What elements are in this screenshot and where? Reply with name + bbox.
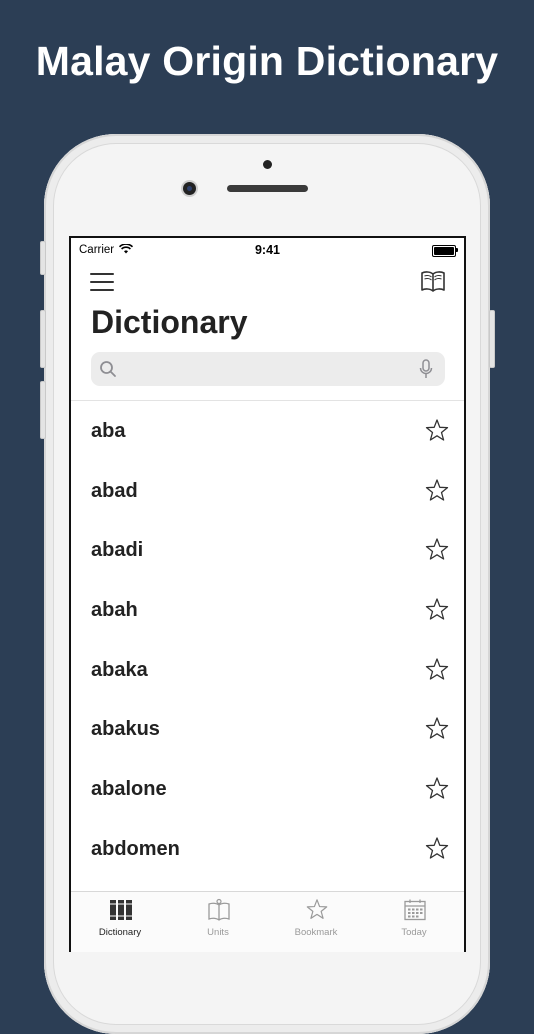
word-label: abah	[91, 599, 138, 622]
star-icon	[305, 898, 329, 927]
word-row[interactable]: abaka	[71, 640, 464, 700]
tab-label: Units	[207, 927, 229, 938]
status-time: 9:41	[254, 243, 281, 257]
word-row[interactable]: abad	[71, 461, 464, 521]
word-label: aba	[91, 420, 126, 442]
phone-mute-switch	[40, 241, 46, 275]
status-bar: Carrier 9:41	[71, 238, 464, 262]
bookmark-star-icon[interactable]	[424, 478, 450, 509]
battery-icon	[432, 245, 458, 257]
search-bar[interactable]	[91, 352, 445, 388]
tab-label: Dictionary	[98, 927, 142, 938]
word-row[interactable]: abah	[71, 580, 464, 640]
word-label: abadi	[91, 539, 144, 562]
word-label: abaka	[91, 658, 148, 681]
tab-units[interactable]: Units	[169, 892, 267, 952]
calendar-icon	[403, 898, 427, 927]
app-screen: Carrier 9:41 Dictionary aba abad abadi abah…	[69, 236, 466, 952]
tab-label: Today	[401, 927, 427, 938]
tab-bookmark[interactable]: Bookmark	[267, 892, 365, 952]
bookmark-star-icon[interactable]	[424, 657, 450, 688]
front-camera	[183, 182, 196, 195]
word-row[interactable]: abdomen	[71, 819, 464, 879]
tab-bar: Dictionary Units Bookmark Today	[71, 891, 464, 952]
hamburger-menu-button[interactable]	[90, 272, 116, 292]
bookmark-star-icon[interactable]	[424, 537, 450, 568]
bookmark-star-icon[interactable]	[424, 716, 450, 747]
bookmark-star-icon[interactable]	[424, 836, 450, 867]
tab-label: Bookmark	[294, 927, 338, 938]
word-label: abalone	[91, 778, 167, 801]
bookmark-star-icon[interactable]	[424, 597, 450, 628]
word-row[interactable]: aba	[71, 401, 464, 461]
phone-volume-up	[40, 310, 46, 368]
phone-power-button	[489, 310, 495, 368]
word-label: abakus	[91, 718, 160, 741]
microphone-icon[interactable]	[419, 359, 433, 385]
word-row[interactable]: abadi	[71, 520, 464, 580]
books-icon	[109, 898, 133, 927]
open-book-icon	[207, 898, 231, 927]
search-icon	[99, 360, 117, 383]
word-label: abad	[91, 479, 138, 502]
phone-volume-down	[40, 381, 46, 439]
bookmark-star-icon[interactable]	[424, 776, 450, 807]
word-list: aba abad abadi abah abaka abakus abalone abdome…	[71, 400, 464, 879]
search-input[interactable]	[123, 352, 407, 388]
promo-headline: Malay Origin Dictionary	[35, 38, 499, 84]
tab-today[interactable]: Today	[365, 892, 463, 952]
word-row[interactable]: abakus	[71, 699, 464, 759]
page-title: Dictionary	[91, 304, 248, 340]
word-row[interactable]: abalone	[71, 759, 464, 819]
earpiece-speaker	[227, 185, 308, 192]
open-book-icon[interactable]	[420, 268, 446, 294]
proximity-sensor	[263, 160, 272, 169]
tab-dictionary[interactable]: Dictionary	[71, 892, 169, 952]
bookmark-star-icon[interactable]	[424, 418, 450, 449]
word-label: abdomen	[91, 837, 180, 860]
